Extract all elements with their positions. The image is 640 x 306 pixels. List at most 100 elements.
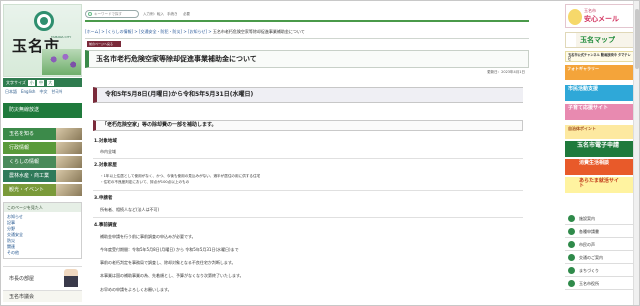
right-column: 玉名市 安心メール 玉名マップ 玉名市公式チャンネル 動画放映中 タマテレビ フ… [565, 4, 635, 304]
mayor-office-link[interactable]: 市長の部屋 [3, 266, 82, 288]
nav-photo [56, 156, 82, 168]
right-link-label: 施設案内 [579, 216, 595, 221]
side-menu-list: お知らせ 記事 分野 交通安全 防災 関連 その他 [4, 212, 81, 258]
right-link-label: 交通のご案内 [579, 255, 603, 260]
e-application-banner[interactable]: 玉名市電子申請 [565, 141, 635, 157]
section-text: 補助金申請を行う前に事前調査の申込みが必要です。 [100, 234, 196, 239]
logo-subtitle: TAMANA CITY [51, 35, 72, 39]
right-link[interactable]: 玉名市役所 [565, 277, 635, 290]
size-large-button[interactable]: 大 [46, 80, 54, 86]
nav-item-label: くらしの情報 [9, 159, 40, 165]
language-links[interactable]: 日本語 English 中文 한국어 [3, 88, 82, 96]
main-nav: 玉名を知る 行政情報 くらしの情報 農林水産・商工業 観光・イベント [3, 128, 82, 198]
back-tab[interactable]: 前のページへ戻る [87, 41, 121, 47]
side-menu-item[interactable]: その他 [7, 250, 78, 256]
search-placeholder: キーワードで探す [94, 12, 122, 16]
right-link[interactable]: 市民の声 [565, 238, 635, 251]
breadcrumb: [ホーム] > [くらしの情報] > [交通安全・防犯・防災] > [お知らせ]… [85, 28, 529, 36]
size-small-button[interactable]: 小 [28, 80, 36, 86]
side-menu: このページを見た人 お知らせ 記事 分野 交通安全 防災 関連 その他 [3, 202, 82, 259]
nav-photo [56, 128, 82, 140]
divider [93, 158, 523, 159]
right-links: 施設案内 各種申請書 市民の声 交通のご案内 まちづくり 玉名市役所 [565, 212, 635, 290]
breadcrumb-safety[interactable]: 交通安全・防犯・防災 [140, 29, 180, 34]
nav-photo [56, 184, 82, 196]
anshin-mail-banner[interactable]: 玉名市 安心メール [565, 4, 635, 28]
header-divider [85, 20, 529, 22]
size-medium-button[interactable]: 中 [37, 80, 45, 86]
nav-photo [56, 170, 82, 182]
divider [85, 38, 529, 39]
nav-item-label: 玉名を知る [9, 131, 35, 137]
city-emblem-icon [34, 11, 54, 31]
divider [93, 217, 523, 218]
consumer-consult-banner[interactable]: 消費生活相談 [565, 159, 635, 175]
side-menu-heading: このページを見た人 [4, 203, 81, 212]
mayor-label: 市長の部屋 [9, 276, 35, 282]
period-text: 令和5年5月8日(月曜日)から令和5年5月31日(水曜日) [105, 91, 254, 98]
scrollbar[interactable] [633, 1, 639, 305]
search-input[interactable]: キーワードで探す [85, 10, 139, 18]
link-dot-icon [568, 241, 575, 248]
iris-flowers-image [42, 49, 81, 75]
city-council-link[interactable]: 玉名市議会 [3, 290, 82, 302]
section-heading: 4.事前調査 [94, 223, 117, 228]
link-dot-icon [568, 215, 575, 222]
breadcrumb-home[interactable]: ホーム [87, 29, 99, 34]
right-link[interactable]: まちづくり [565, 264, 635, 277]
section-heading: 1.対象地域 [94, 139, 117, 144]
disaster-broadcast-button[interactable]: 防災無線放送 [3, 103, 82, 118]
right-link-label: 各種申請書 [579, 229, 599, 234]
search-example: 必要 [183, 12, 190, 16]
breadcrumb-sep: ] > [205, 29, 213, 34]
section-heading: 2.対象家屋 [94, 163, 117, 168]
site-logo[interactable]: 玉名市 TAMANA CITY [3, 4, 82, 77]
nav-item-industry[interactable]: 農林水産・商工業 [3, 170, 82, 182]
anshin-big: 安心メール [584, 15, 619, 23]
section-text: 事前の老朽判定を事務局で調査し、除却対象となる不良住宅か判断します。 [100, 260, 236, 265]
tama-tv-banner[interactable]: 玉名市公式チャンネル 動画放映中 タマテレビ [565, 51, 635, 62]
nav-item-tourism[interactable]: 観光・イベント [3, 184, 82, 196]
breadcrumb-current: 玉名市老朽危険空家等除却促進事業補助金について [212, 29, 305, 34]
page-title-box: 玉名市老朽危険空家等除却促進事業補助金について [85, 50, 529, 68]
points-banner[interactable]: 自治体ポイント [565, 125, 635, 139]
section-text: 所有者、相続人など(法人は不可) [100, 207, 160, 212]
right-link-label: 玉名市役所 [579, 281, 599, 286]
tamana-map-banner[interactable]: 玉名マップ [565, 32, 635, 48]
link-dot-icon [568, 280, 575, 287]
section-text: お早めの申請をよろしくお願いします。 [100, 287, 172, 292]
page-frame: 玉名市 TAMANA CITY 文字サイズ 小 中 大 日本語 English … [0, 0, 640, 306]
page-title: 玉名市老朽危険空家等除却促進事業補助金について [96, 55, 257, 63]
photo-gallery-banner[interactable]: フォトギャラリー [565, 65, 635, 80]
nav-item-know-tamana[interactable]: 玉名を知る [3, 128, 82, 140]
nav-item-living[interactable]: くらしの情報 [3, 156, 82, 168]
citizen-support-banner[interactable]: 市民活動支援 [565, 85, 635, 101]
search-example: 手続き [167, 12, 178, 16]
link-dot-icon [568, 254, 575, 261]
updated-date: 更新日：2023年4月1日 [487, 70, 525, 74]
section-bullets: 1年以上住居として使用がなく、かつ、今後も使用の見込みがない、適半が居住の用に供… [100, 173, 261, 185]
search-example: 入力例：転入 [143, 12, 164, 16]
mayor-photo [64, 269, 78, 287]
right-link[interactable]: 各種申請書 [565, 225, 635, 238]
nav-item-admin[interactable]: 行政情報 [3, 142, 82, 154]
right-link[interactable]: 交通のご案内 [565, 251, 635, 264]
application-period: 令和5年5月8日(月曜日)から令和5年5月31日(水曜日) [93, 87, 523, 103]
subsidy-heading-box: 「老朽危険空家」等の除却費の一部を補助します。 [93, 120, 523, 131]
subsidy-heading: 「老朽危険空家」等の除却費の一部を補助します。 [102, 122, 217, 128]
breadcrumb-living[interactable]: くらしの情報 [107, 29, 131, 34]
nav-item-label: 行政情報 [9, 145, 30, 151]
section-text: 本事業は国の補助事業の為、先着順とし、予算がなくなり次第終了いたします。 [100, 273, 244, 278]
scrollbar-thumb[interactable] [635, 9, 639, 69]
search-icon [88, 12, 92, 16]
mascot-icon [568, 9, 582, 25]
job-hunting-banner[interactable]: あらたま就活サイト [565, 177, 635, 193]
right-link[interactable]: 施設案内 [565, 212, 635, 225]
section-heading: 3.申請者 [94, 196, 113, 201]
text-size-bar: 文字サイズ 小 中 大 [3, 78, 82, 87]
breadcrumb-news[interactable]: お知らせ [190, 29, 206, 34]
section-text: 市内全域 [100, 149, 116, 154]
childcare-banner[interactable]: 子育て応援サイト [565, 104, 635, 120]
right-link-label: まちづくり [579, 268, 599, 273]
nav-item-label: 農林水産・商工業 [9, 173, 50, 179]
